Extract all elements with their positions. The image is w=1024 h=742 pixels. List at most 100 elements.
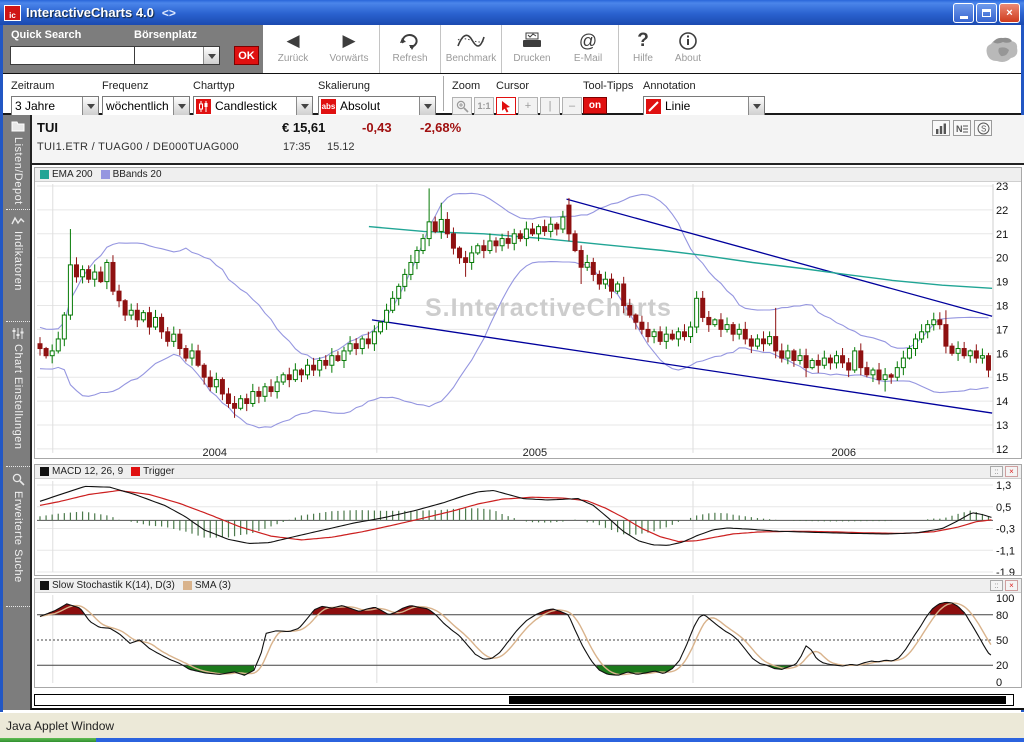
chevron-down-icon[interactable] [203, 47, 219, 64]
stochastic-close-button[interactable]: × [1005, 580, 1018, 591]
chevron-down-icon[interactable] [296, 97, 312, 115]
annotation-select[interactable]: Linie [643, 96, 765, 116]
refresh-button[interactable]: Refresh [382, 25, 438, 73]
zurueck-button[interactable]: ◀ Zurück [265, 25, 321, 73]
vorwaerts-button[interactable]: ▶ Vorwärts [321, 25, 377, 73]
charttyp-select[interactable]: Candlestick [193, 96, 313, 116]
cursor-vertical-line-button[interactable]: | [540, 97, 560, 115]
macd-settings-button[interactable]: :: [990, 466, 1003, 477]
frequenz-select[interactable]: wöchentlich [102, 96, 190, 116]
svg-text:-0,3: -0,3 [996, 524, 1015, 536]
quote-price: € 15,61 [282, 120, 325, 135]
search-section: Quick Search Börsenplatz Alle OK [3, 25, 263, 73]
zoom-label: Zoom [452, 80, 480, 92]
zoom-reset-button[interactable]: 1:1 [474, 97, 494, 115]
about-button[interactable]: About [665, 25, 711, 73]
stochastic-settings-button[interactable]: :: [990, 580, 1003, 591]
title-bar[interactable]: ic InteractiveCharts 4.0 <> × [0, 0, 1024, 25]
chevron-down-icon[interactable] [748, 97, 764, 115]
scrollbar-thumb[interactable] [509, 696, 1006, 704]
stochastic-legend: Slow Stochastik K(14), D(3) SMA (3) :: × [35, 579, 1021, 593]
quote-date: 15.12 [327, 141, 355, 153]
snapshot-view-button[interactable]: S [974, 120, 992, 136]
candlestick-icon [196, 99, 211, 114]
tooltipps-toggle[interactable]: on [583, 97, 607, 114]
sidebar-item-listen-depot[interactable]: Listen/Depot [6, 115, 30, 210]
cursor-crosshair-button[interactable]: + [518, 97, 538, 115]
world-map-logo [981, 28, 1021, 68]
printer-icon [520, 29, 544, 53]
app-window: ic InteractiveCharts 4.0 <> × Quick Sear… [0, 0, 1024, 742]
svg-text:0,5: 0,5 [996, 502, 1011, 514]
legend-swatch [101, 170, 110, 179]
folder-icon [11, 121, 25, 132]
skalierung-value: Absolut [338, 99, 419, 113]
legend-item: BBands 20 [99, 169, 162, 180]
charttyp-label: Charttyp [193, 80, 235, 92]
zoom-in-button[interactable] [452, 97, 472, 115]
refresh-icon [399, 29, 421, 53]
back-arrow-icon: ◀ [286, 29, 299, 53]
stochastic-panel: Slow Stochastik K(14), D(3)SMA (3) :: × … [34, 578, 1022, 688]
info-circle-icon [678, 29, 698, 53]
cursor-horizontal-line-button[interactable]: – [562, 97, 582, 115]
price-chart-panel: EMA 200BBands 20 23222120191817161514131… [34, 167, 1022, 459]
cursor-arrow-button[interactable] [496, 97, 516, 115]
legend-label: SMA (3) [195, 580, 231, 591]
svg-text:13: 13 [996, 420, 1008, 432]
svg-text:14: 14 [996, 396, 1008, 408]
benchmark-wave-icon [456, 29, 486, 53]
svg-text:18: 18 [996, 301, 1008, 313]
chevron-down-icon[interactable] [173, 97, 189, 115]
macd-plot[interactable]: 1,30,5-0,3-1,1-1,9 [35, 479, 1021, 575]
sidebar-item-chart-einstellungen[interactable]: Chart Einstellungen [6, 322, 30, 467]
close-button[interactable]: × [999, 3, 1020, 23]
sidebar-item-indikatoren[interactable]: Indikatoren [6, 210, 30, 322]
legend-label: Trigger [143, 466, 174, 477]
quote-time: 17:35 [283, 141, 311, 153]
legend-label: EMA 200 [52, 169, 93, 180]
price-chart-plot[interactable]: 232221201918171615141312200420052006S.In… [35, 182, 1021, 458]
hilfe-button[interactable]: ? Hilfe [621, 25, 665, 73]
drucken-button[interactable]: Drucken [504, 25, 560, 73]
svg-text:23: 23 [996, 182, 1008, 193]
benchmark-button[interactable]: Benchmark [443, 25, 499, 73]
cursor-label: Cursor [496, 80, 529, 92]
sidebar-item-erweiterte-suche[interactable]: Erweiterte Suche [6, 467, 30, 607]
quote-header: TUI TUI1.ETR / TUAG00 / DE000TUAG000 € 1… [30, 115, 1024, 165]
bar-chart-view-button[interactable] [932, 120, 950, 136]
legend-label: MACD 12, 26, 9 [52, 466, 123, 477]
legend-item: Slow Stochastik K(14), D(3) [38, 580, 175, 591]
maximize-button[interactable] [976, 3, 997, 23]
legend-swatch [131, 467, 140, 476]
zeitraum-value: 3 Jahre [12, 99, 82, 113]
annotation-label: Annotation [643, 80, 696, 92]
svg-text:-1,9: -1,9 [996, 567, 1015, 575]
svg-text:20: 20 [996, 253, 1008, 265]
email-button[interactable]: @ E-Mail [560, 25, 616, 73]
minimize-button[interactable] [953, 3, 974, 23]
ok-button[interactable]: OK [234, 46, 259, 65]
skalierung-select[interactable]: abs Absolut [318, 96, 436, 116]
macd-close-button[interactable]: × [1005, 466, 1018, 477]
boersenplatz-select[interactable]: Alle [134, 46, 220, 65]
zeitraum-select[interactable]: 3 Jahre [11, 96, 99, 116]
svg-text:2005: 2005 [523, 447, 547, 458]
chart-time-scrollbar[interactable] [34, 694, 1014, 706]
quote-change-percent: -2,68% [420, 120, 461, 135]
indicator-wave-icon [11, 216, 25, 226]
status-text: Java Applet Window [6, 719, 114, 733]
chevron-down-icon[interactable] [82, 97, 98, 115]
svg-text:20: 20 [996, 660, 1008, 672]
svg-text:80: 80 [996, 610, 1008, 622]
toolbar-buttons: ◀ Zurück ▶ Vorwärts Refresh [263, 25, 1021, 73]
svg-text:19: 19 [996, 277, 1008, 289]
news-view-button[interactable]: N [953, 120, 971, 136]
legend-swatch [40, 170, 49, 179]
svg-text:21: 21 [996, 229, 1008, 241]
stochastic-plot[interactable]: 1008050200 [35, 593, 1021, 687]
maximize-icon [982, 9, 991, 17]
frequenz-value: wöchentlich [103, 99, 173, 113]
chevron-down-icon[interactable] [419, 97, 435, 115]
window-title: InteractiveCharts 4.0 [26, 5, 154, 20]
